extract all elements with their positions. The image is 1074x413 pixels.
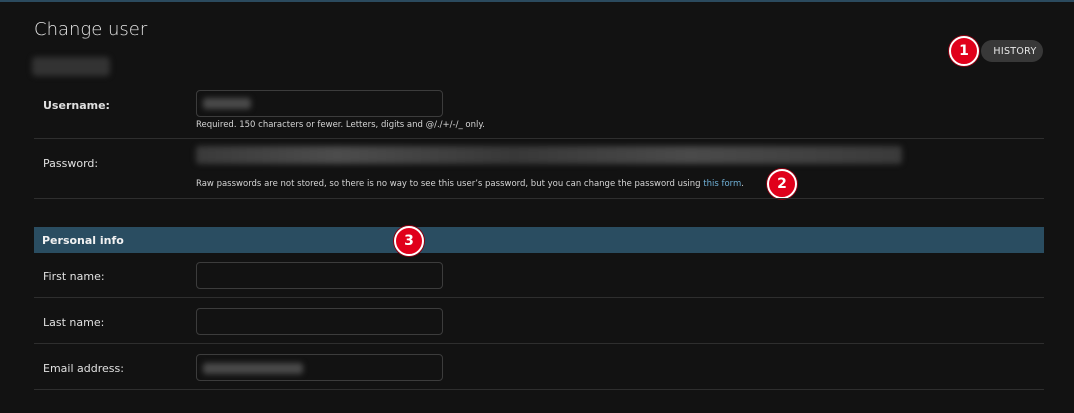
change-password-link[interactable]: this form [703, 179, 741, 189]
top-border [0, 0, 1074, 2]
annotation-marker-1: 1 [949, 36, 979, 66]
password-hash-redacted [196, 146, 902, 164]
username-input[interactable] [196, 90, 443, 117]
email-label: Email address: [43, 362, 124, 375]
annotation-marker-2: 2 [767, 169, 797, 199]
page-title: Change user [34, 19, 148, 40]
email-value-redacted [203, 363, 303, 374]
password-help-text: Raw passwords are not stored, so there i… [196, 179, 704, 189]
row-divider [34, 389, 1044, 390]
username-label: Username: [43, 99, 110, 112]
first-name-input[interactable] [196, 262, 443, 289]
row-divider [34, 297, 1044, 298]
row-divider [34, 343, 1044, 344]
row-divider [34, 198, 1044, 199]
row-divider [34, 138, 1044, 139]
last-name-label: Last name: [43, 316, 105, 329]
username-value-redacted [203, 98, 251, 109]
last-name-input[interactable] [196, 308, 443, 335]
username-help: Required. 150 characters or fewer. Lette… [196, 120, 485, 130]
password-label: Password: [43, 157, 99, 170]
password-help: Raw passwords are not stored, so there i… [196, 179, 744, 189]
object-name-redacted [32, 57, 110, 76]
email-input[interactable] [196, 354, 443, 381]
annotation-marker-3: 3 [394, 226, 424, 256]
first-name-label: First name: [43, 270, 105, 283]
password-help-suffix: . [741, 179, 744, 189]
history-button[interactable]: HISTORY [981, 40, 1043, 62]
personal-info-header: Personal info [34, 227, 1044, 253]
